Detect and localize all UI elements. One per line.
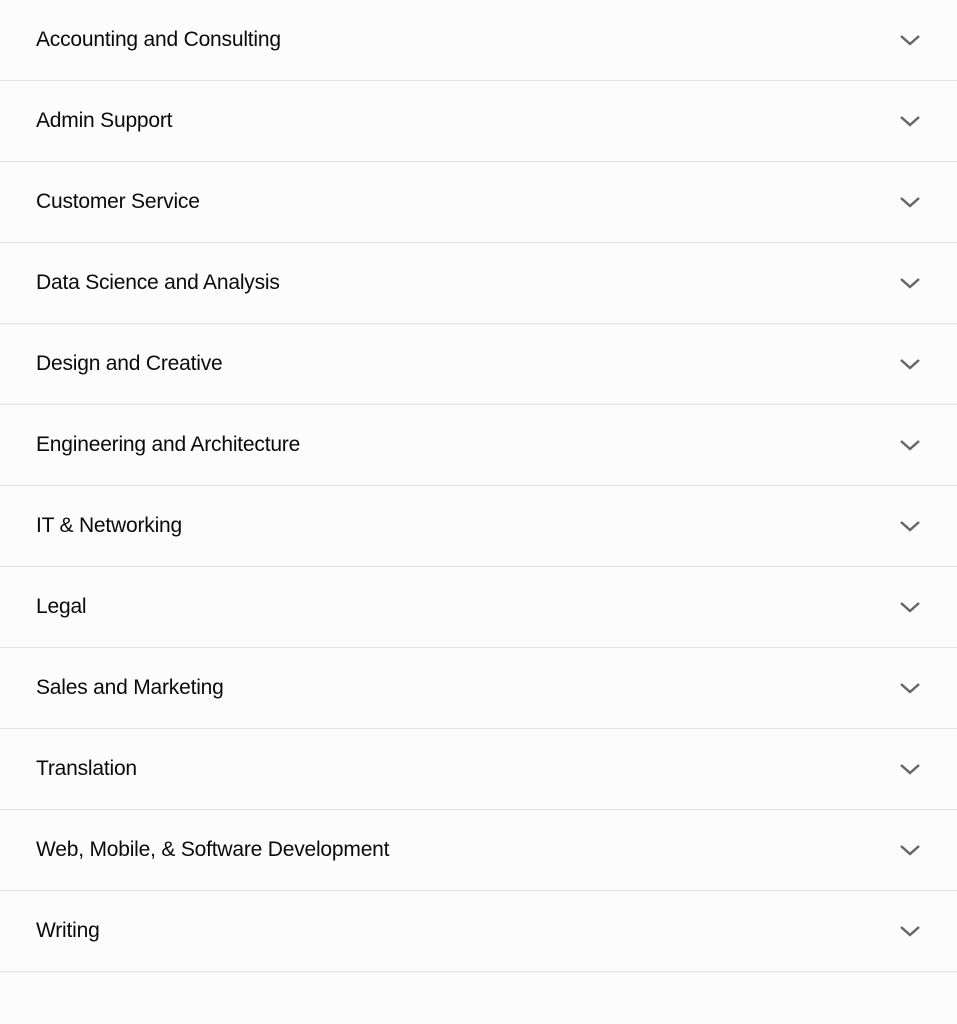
category-label: Design and Creative [36,352,222,376]
chevron-down-icon [899,758,921,780]
category-item-translation[interactable]: Translation [0,729,957,810]
chevron-down-icon [899,272,921,294]
category-label: Engineering and Architecture [36,433,300,457]
category-label: Admin Support [36,109,172,133]
category-item-writing[interactable]: Writing [0,891,957,972]
category-item-data-science-and-analysis[interactable]: Data Science and Analysis [0,243,957,324]
category-label: Accounting and Consulting [36,28,281,52]
category-label: Customer Service [36,190,200,214]
category-label: Sales and Marketing [36,676,224,700]
category-item-admin-support[interactable]: Admin Support [0,81,957,162]
category-label: Translation [36,757,137,781]
category-label: IT & Networking [36,514,182,538]
category-item-legal[interactable]: Legal [0,567,957,648]
category-item-web-mobile-software-development[interactable]: Web, Mobile, & Software Development [0,810,957,891]
chevron-down-icon [899,920,921,942]
chevron-down-icon [899,191,921,213]
category-label: Web, Mobile, & Software Development [36,838,389,862]
chevron-down-icon [899,677,921,699]
category-label: Writing [36,919,100,943]
category-item-customer-service[interactable]: Customer Service [0,162,957,243]
category-item-accounting-and-consulting[interactable]: Accounting and Consulting [0,0,957,81]
chevron-down-icon [899,596,921,618]
category-item-it-and-networking[interactable]: IT & Networking [0,486,957,567]
chevron-down-icon [899,434,921,456]
chevron-down-icon [899,515,921,537]
category-accordion: Accounting and Consulting Admin Support … [0,0,957,972]
category-item-engineering-and-architecture[interactable]: Engineering and Architecture [0,405,957,486]
category-item-sales-and-marketing[interactable]: Sales and Marketing [0,648,957,729]
category-label: Data Science and Analysis [36,271,280,295]
category-item-design-and-creative[interactable]: Design and Creative [0,324,957,405]
chevron-down-icon [899,353,921,375]
chevron-down-icon [899,839,921,861]
chevron-down-icon [899,110,921,132]
category-label: Legal [36,595,86,619]
chevron-down-icon [899,29,921,51]
